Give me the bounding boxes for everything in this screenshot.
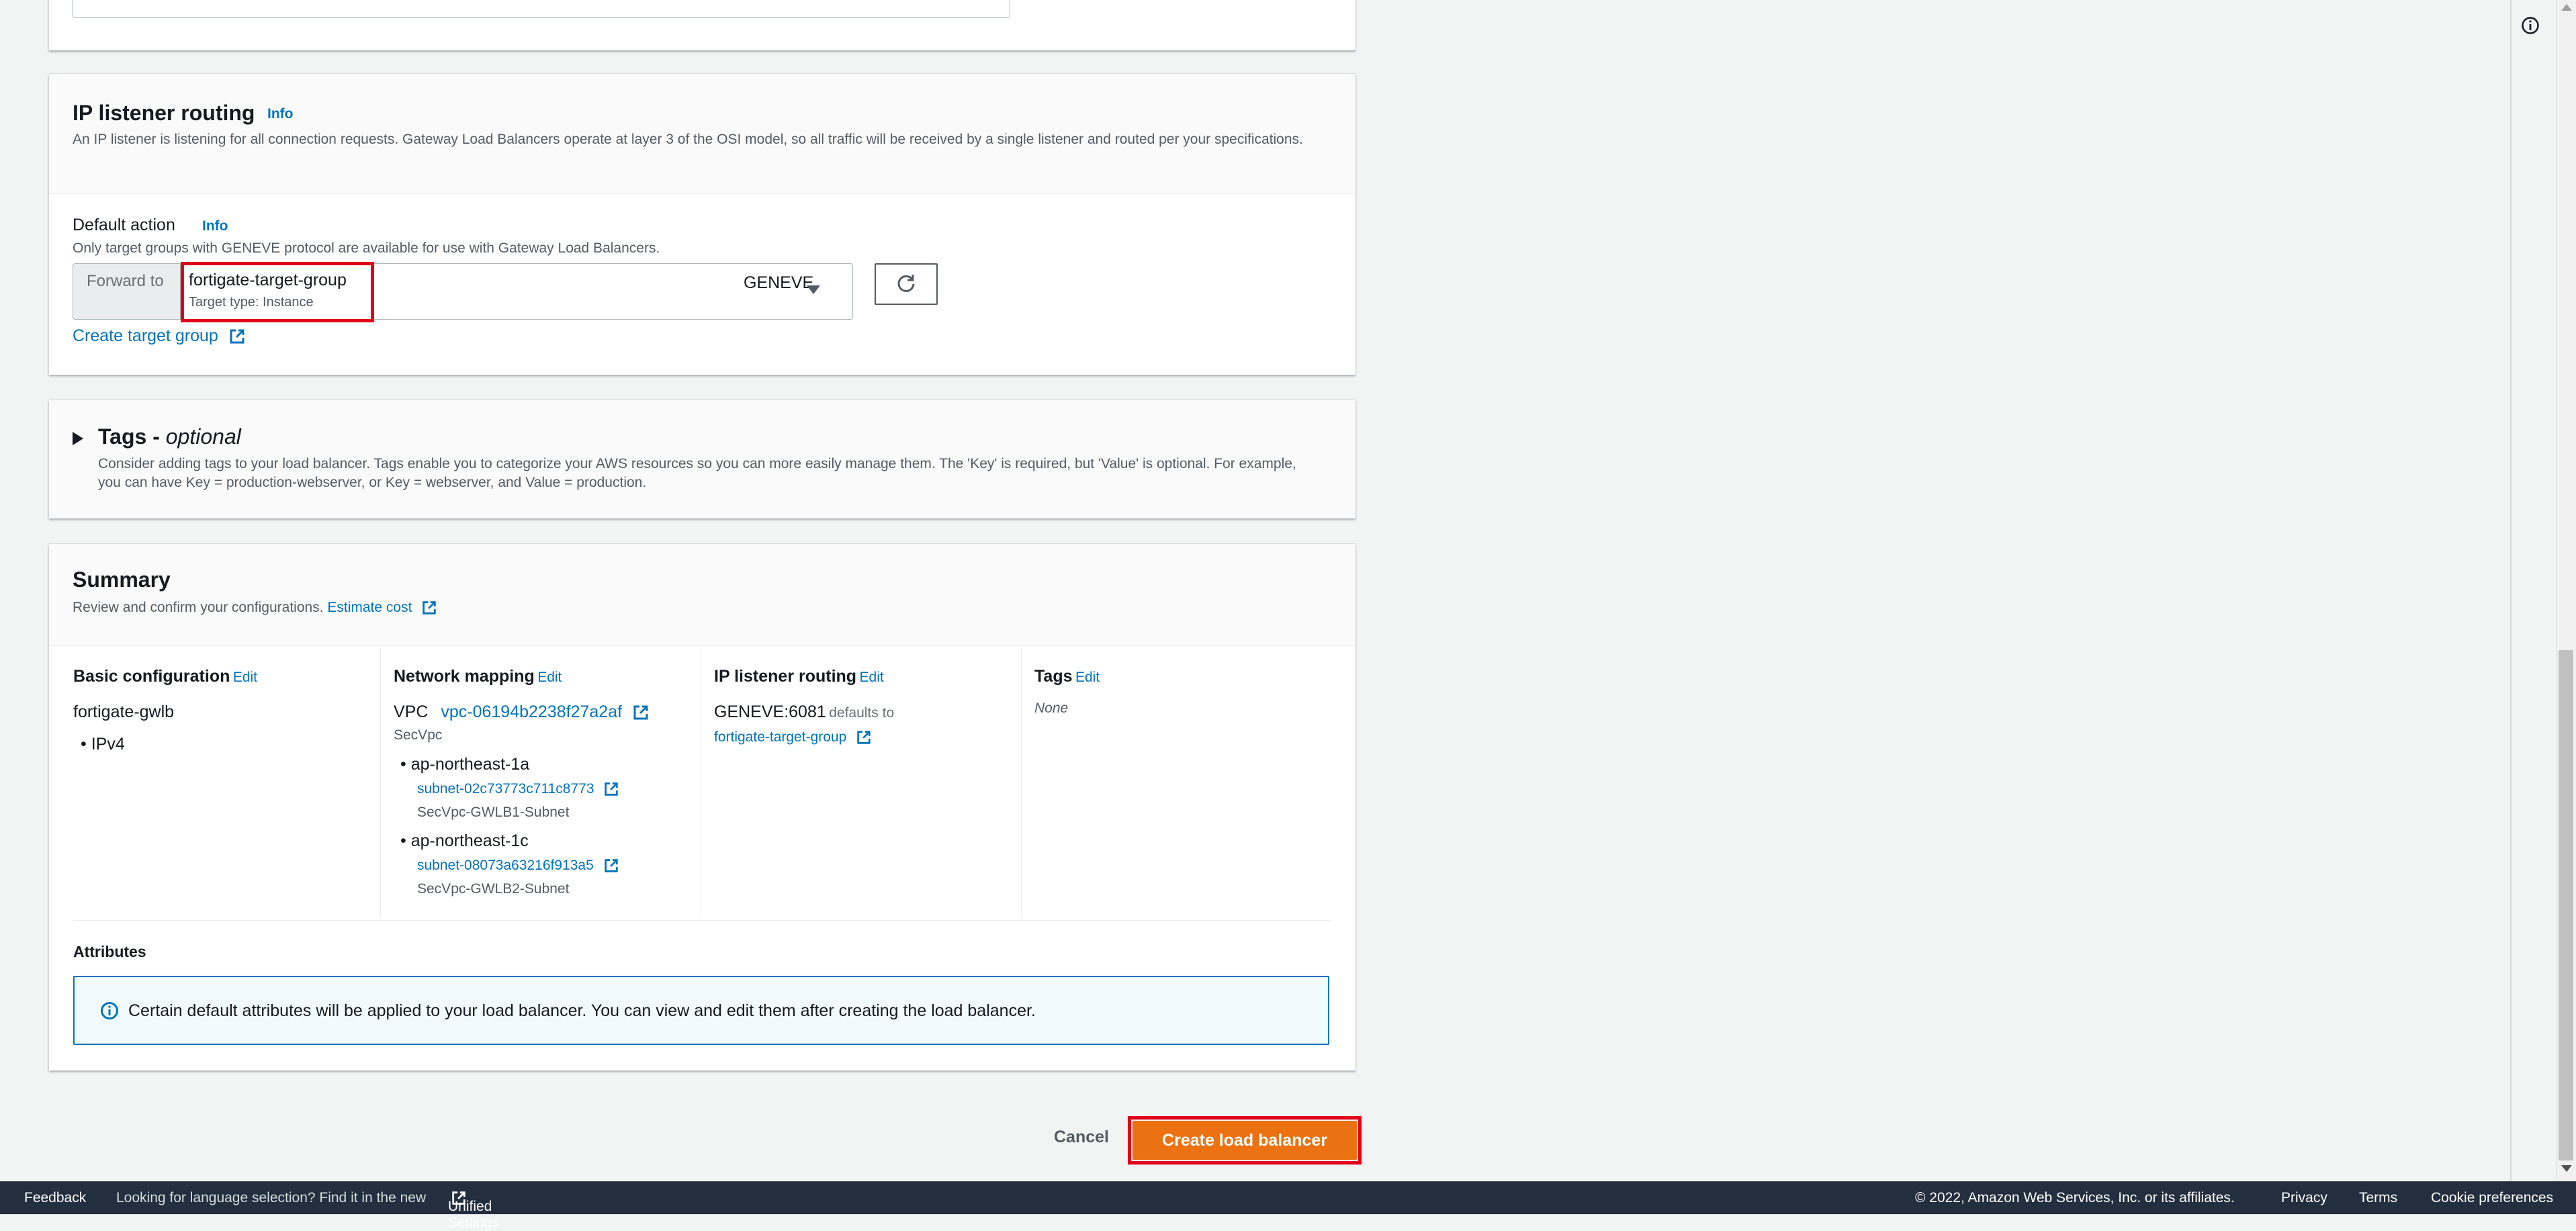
previous-field-box (73, 0, 1010, 18)
ip-listener-title: IP listener routing (73, 101, 255, 125)
tags-none: None (1034, 700, 1069, 716)
vpc-id-link[interactable]: vpc-06194b2238f27a2af (441, 702, 622, 721)
subnet-link[interactable]: subnet-02c73773c711c8773 (417, 781, 594, 796)
create-load-balancer-label: Create load balancer (1162, 1131, 1327, 1150)
summary-header (49, 544, 1356, 646)
vpc-row: VPC vpc-06194b2238f27a2af (394, 702, 650, 722)
copyright: © 2022, Amazon Web Services, Inc. or its… (1915, 1190, 2235, 1205)
tags-title[interactable]: Tags - optional (98, 424, 241, 449)
external-link-icon (857, 731, 871, 745)
external-link-icon (633, 705, 648, 720)
scrollbar-thumb[interactable] (2559, 650, 2573, 1160)
tags-optional-text: optional (165, 424, 241, 449)
tags-summary-heading-row: Tags Edit (1034, 667, 1100, 686)
zone-az: ap-northeast-1a (410, 755, 530, 774)
zone-az: ap-northeast-1c (410, 831, 529, 850)
summary-title: Summary (73, 567, 171, 592)
listener-value: GENEVE:6081 (714, 702, 826, 721)
ip-type: IPv4 (91, 735, 125, 754)
summary-description: Review and confirm your configurations. (73, 600, 324, 615)
external-link-icon (230, 329, 245, 344)
vpc-label: VPC (394, 702, 429, 721)
unified-settings-link[interactable]: Unified Settings (448, 1190, 499, 1230)
edit-ip-listener-link[interactable]: Edit (860, 670, 884, 685)
summary-description-row: Review and confirm your configurations. … (73, 598, 437, 617)
default-action-label: Default action (73, 216, 175, 234)
vpc-name: SecVpc (394, 727, 443, 743)
create-target-group-link[interactable]: Create target group (73, 326, 246, 346)
basic-config-heading: Basic configuration (73, 667, 230, 686)
basic-config-heading-row: Basic configuration Edit (73, 667, 257, 686)
external-link-icon (604, 859, 618, 873)
defaults-to-text: defaults to (829, 705, 895, 721)
expand-caret-icon[interactable] (73, 432, 83, 445)
attributes-notice: Certain default attributes will be appli… (128, 1001, 1036, 1020)
edit-network-mapping-link[interactable]: Edit (537, 670, 562, 685)
ip-listener-routing-panel: IP listener routing Info An IP listener … (49, 74, 1356, 375)
tags-title-text: Tags - (98, 424, 166, 449)
external-link-icon (423, 601, 436, 615)
attributes-info-alert: Certain default attributes will be appli… (73, 976, 1329, 1045)
ip-listener-summary-heading: IP listener routing (714, 667, 857, 686)
right-panel-divider (2510, 0, 2512, 1181)
edit-basic-config-link[interactable]: Edit (233, 670, 257, 685)
language-prompt: Looking for language selection? Find it … (116, 1190, 427, 1205)
protocol-label: GENEVE (744, 273, 814, 292)
attributes-divider (73, 920, 1331, 921)
tags-summary-heading: Tags (1034, 667, 1073, 686)
edit-tags-link[interactable]: Edit (1075, 670, 1100, 685)
subnet-name: SecVpc-GWLB2-Subnet (417, 881, 570, 897)
ip-listener-summary-heading-row: IP listener routing Edit (714, 667, 884, 686)
zone-item-1: • ap-northeast-1a (400, 755, 530, 774)
create-load-balancer-button[interactable]: Create load balancer (1132, 1121, 1357, 1160)
privacy-link[interactable]: Privacy (2281, 1190, 2327, 1206)
ip-listener-info-link[interactable]: Info (267, 106, 293, 122)
forward-to-addon: Forward to (73, 263, 181, 320)
subnet-name: SecVpc-GWLB1-Subnet (417, 805, 570, 820)
subnet-link[interactable]: subnet-08073a63216f913a5 (417, 858, 594, 873)
feedback-link[interactable]: Feedback (24, 1190, 86, 1206)
caret-down-icon (807, 285, 820, 294)
info-icon (101, 1002, 118, 1019)
column-divider (380, 648, 381, 918)
create-target-group-label: Create target group (73, 326, 218, 345)
cancel-button[interactable]: Cancel (1054, 1128, 1109, 1147)
attributes-heading: Attributes (73, 943, 146, 960)
tags-panel: Tags - optional Consider adding tags to … (49, 400, 1356, 518)
footer: Feedback Looking for language selection?… (0, 1181, 2576, 1230)
ip-type-item: • IPv4 (81, 735, 125, 754)
scroll-up-arrow-icon[interactable] (2561, 4, 2572, 11)
forward-to-label: Forward to (87, 272, 164, 290)
subnet-row-1: subnet-02c73773c711c8773 (417, 781, 619, 797)
tags-description: Consider adding tags to your load balanc… (98, 456, 1296, 490)
subnet-row-2: subnet-08073a63216f913a5 (417, 858, 619, 874)
listener-target-row: fortigate-target-group (714, 729, 872, 745)
listener-target-group-link[interactable]: fortigate-target-group (714, 729, 846, 745)
refresh-icon (897, 275, 915, 292)
default-action-hint: Only target groups with GENEVE protocol … (73, 240, 660, 256)
external-link-icon (605, 782, 619, 796)
refresh-button[interactable] (875, 263, 938, 305)
cookie-preferences-link[interactable]: Cookie preferences (2431, 1190, 2553, 1206)
zone-item-2: • ap-northeast-1c (400, 831, 529, 850)
lb-name: fortigate-gwlb (73, 702, 175, 721)
listener-row: GENEVE:6081 defaults to (714, 702, 894, 722)
previous-section-panel (49, 0, 1356, 50)
estimate-cost-link[interactable]: Estimate cost (327, 600, 412, 615)
network-mapping-heading-row: Network mapping Edit (394, 667, 562, 686)
help-info-icon[interactable] (2521, 16, 2540, 35)
terms-link[interactable]: Terms (2359, 1190, 2397, 1206)
unified-settings-label: Unified Settings (448, 1199, 499, 1230)
default-action-info-link[interactable]: Info (202, 218, 228, 234)
highlight-box-target-group (181, 262, 374, 322)
scroll-down-arrow-icon[interactable] (2561, 1165, 2572, 1172)
ip-listener-description: An IP listener is listening for all conn… (73, 132, 1303, 147)
column-divider (1021, 648, 1022, 918)
network-mapping-heading: Network mapping (394, 667, 535, 686)
